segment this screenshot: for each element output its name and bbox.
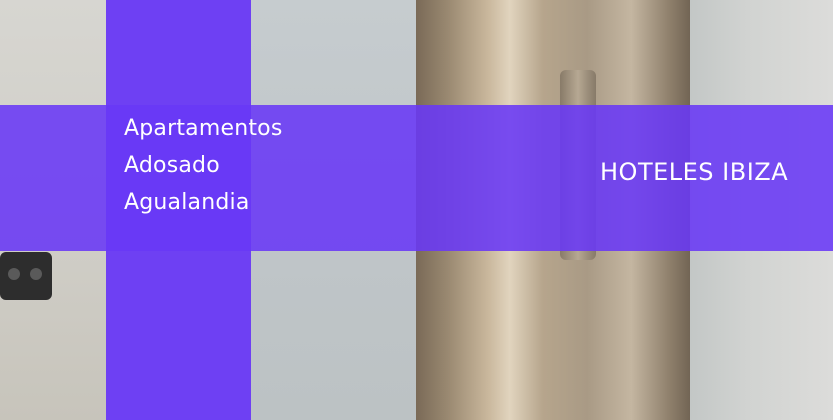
photo-power-outlet [0,252,52,300]
title-line-2: Adosado [124,153,220,178]
title-line-1: Apartamentos [124,116,283,141]
outlet-hole [30,268,42,280]
property-title: Apartamentos Adosado Agualandia [124,110,283,221]
title-line-3: Agualandia [124,190,250,215]
outlet-hole [8,268,20,280]
hotel-banner: Apartamentos Adosado Agualandia HOTELES … [0,0,833,420]
brand-label: HOTELES IBIZA [600,158,789,186]
